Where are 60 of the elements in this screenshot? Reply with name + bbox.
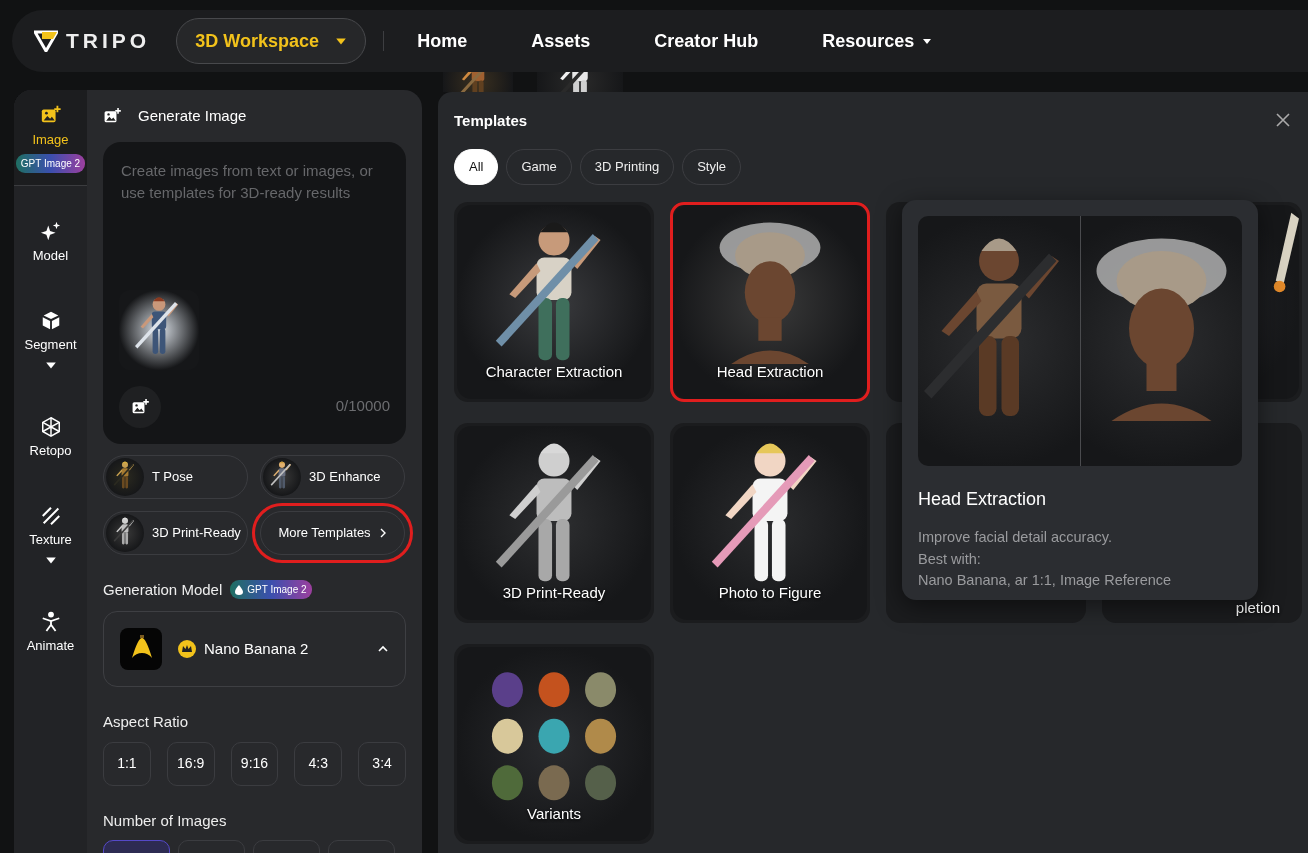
sparkle-icon <box>39 219 62 242</box>
template-card[interactable]: Head Extraction <box>670 201 870 402</box>
workspace-dropdown[interactable]: 3D Workspace <box>176 18 367 64</box>
nav-link[interactable]: Resources <box>822 27 933 55</box>
rail-label: Retopo <box>29 441 72 460</box>
template-label: pletion <box>1235 598 1280 618</box>
rail-label: Texture <box>29 531 72 549</box>
model-badge: GPT Image 2 <box>15 153 86 173</box>
template-label: Head Extraction <box>715 362 825 382</box>
nav-link[interactable]: Home <box>417 27 468 55</box>
brand-name: TRIPO <box>66 28 151 55</box>
prompt-field[interactable]: Create images from text or images, or use templates for 3D-ready results <box>119 157 390 224</box>
logo-icon <box>34 30 58 52</box>
rail-item[interactable]: Model <box>14 209 87 275</box>
dialog-title: Templates <box>454 111 528 131</box>
template-card[interactable]: 3D Print-Ready <box>454 422 654 623</box>
filter-tab[interactable]: All <box>454 148 499 185</box>
aspect-ratio-option[interactable]: 16:9 <box>166 741 215 786</box>
template-label: 3D Print-Ready <box>501 583 607 603</box>
aspect-ratio-option[interactable]: 9:16 <box>230 741 279 786</box>
model-dropdown[interactable]: Nano Banana 2 <box>103 611 406 687</box>
template-label: Photo to Figure <box>717 583 823 603</box>
section-label: Generation Model <box>103 579 223 600</box>
character-counter: 0/10000 <box>335 396 390 417</box>
rail-label: Model <box>32 246 69 265</box>
mesh-icon <box>39 414 62 437</box>
rail-item[interactable]: Texture <box>14 494 87 576</box>
aspect-ratio-option[interactable]: 3:4 <box>358 741 406 786</box>
aspect-ratio-option[interactable]: 4:3 <box>294 741 343 786</box>
rail-item[interactable]: Segment <box>14 299 87 381</box>
nav-link[interactable]: Assets <box>531 27 591 55</box>
crown-icon <box>178 640 196 658</box>
section-label: Number of Images <box>103 810 228 831</box>
flame-icon <box>235 584 244 595</box>
chevron-right-icon <box>378 527 387 538</box>
rail-item[interactable]: Image GPT Image 2 <box>14 90 87 186</box>
template-card[interactable]: Photo to Figure <box>670 422 870 623</box>
rail-label: Animate <box>26 636 75 655</box>
model-name: Nano Banana 2 <box>204 638 309 659</box>
aspect-ratio-option[interactable]: 1:1 <box>103 741 151 786</box>
rail-label: Segment <box>24 336 77 354</box>
rail-item[interactable]: Retopo <box>14 404 87 470</box>
hatch-icon <box>39 504 62 526</box>
rail-label: Image <box>32 131 69 149</box>
add-image-button[interactable] <box>119 385 161 428</box>
rail-item[interactable]: Animate <box>14 599 87 665</box>
model-badge: GPT Image 2 <box>230 580 312 600</box>
popover-title: Head Extraction <box>918 488 1048 511</box>
template-label: Character Extraction <box>484 362 624 382</box>
section-label: Aspect Ratio <box>103 712 190 732</box>
banana-icon <box>120 628 162 670</box>
nav-link[interactable]: Creator Hub <box>654 27 759 55</box>
image-add-icon <box>130 397 150 416</box>
close-icon <box>1276 113 1290 128</box>
popover-description: Improve facial detail accuracy. Best with: Nano Banana, ar 1:1, Image Reference <box>918 528 1173 590</box>
caret-icon <box>922 36 933 46</box>
template-card[interactable]: Character Extraction <box>454 201 654 402</box>
template-card[interactable]: Variants <box>454 643 654 844</box>
template-label: Variants <box>526 804 582 824</box>
panel-title: Generate Image <box>138 106 247 126</box>
